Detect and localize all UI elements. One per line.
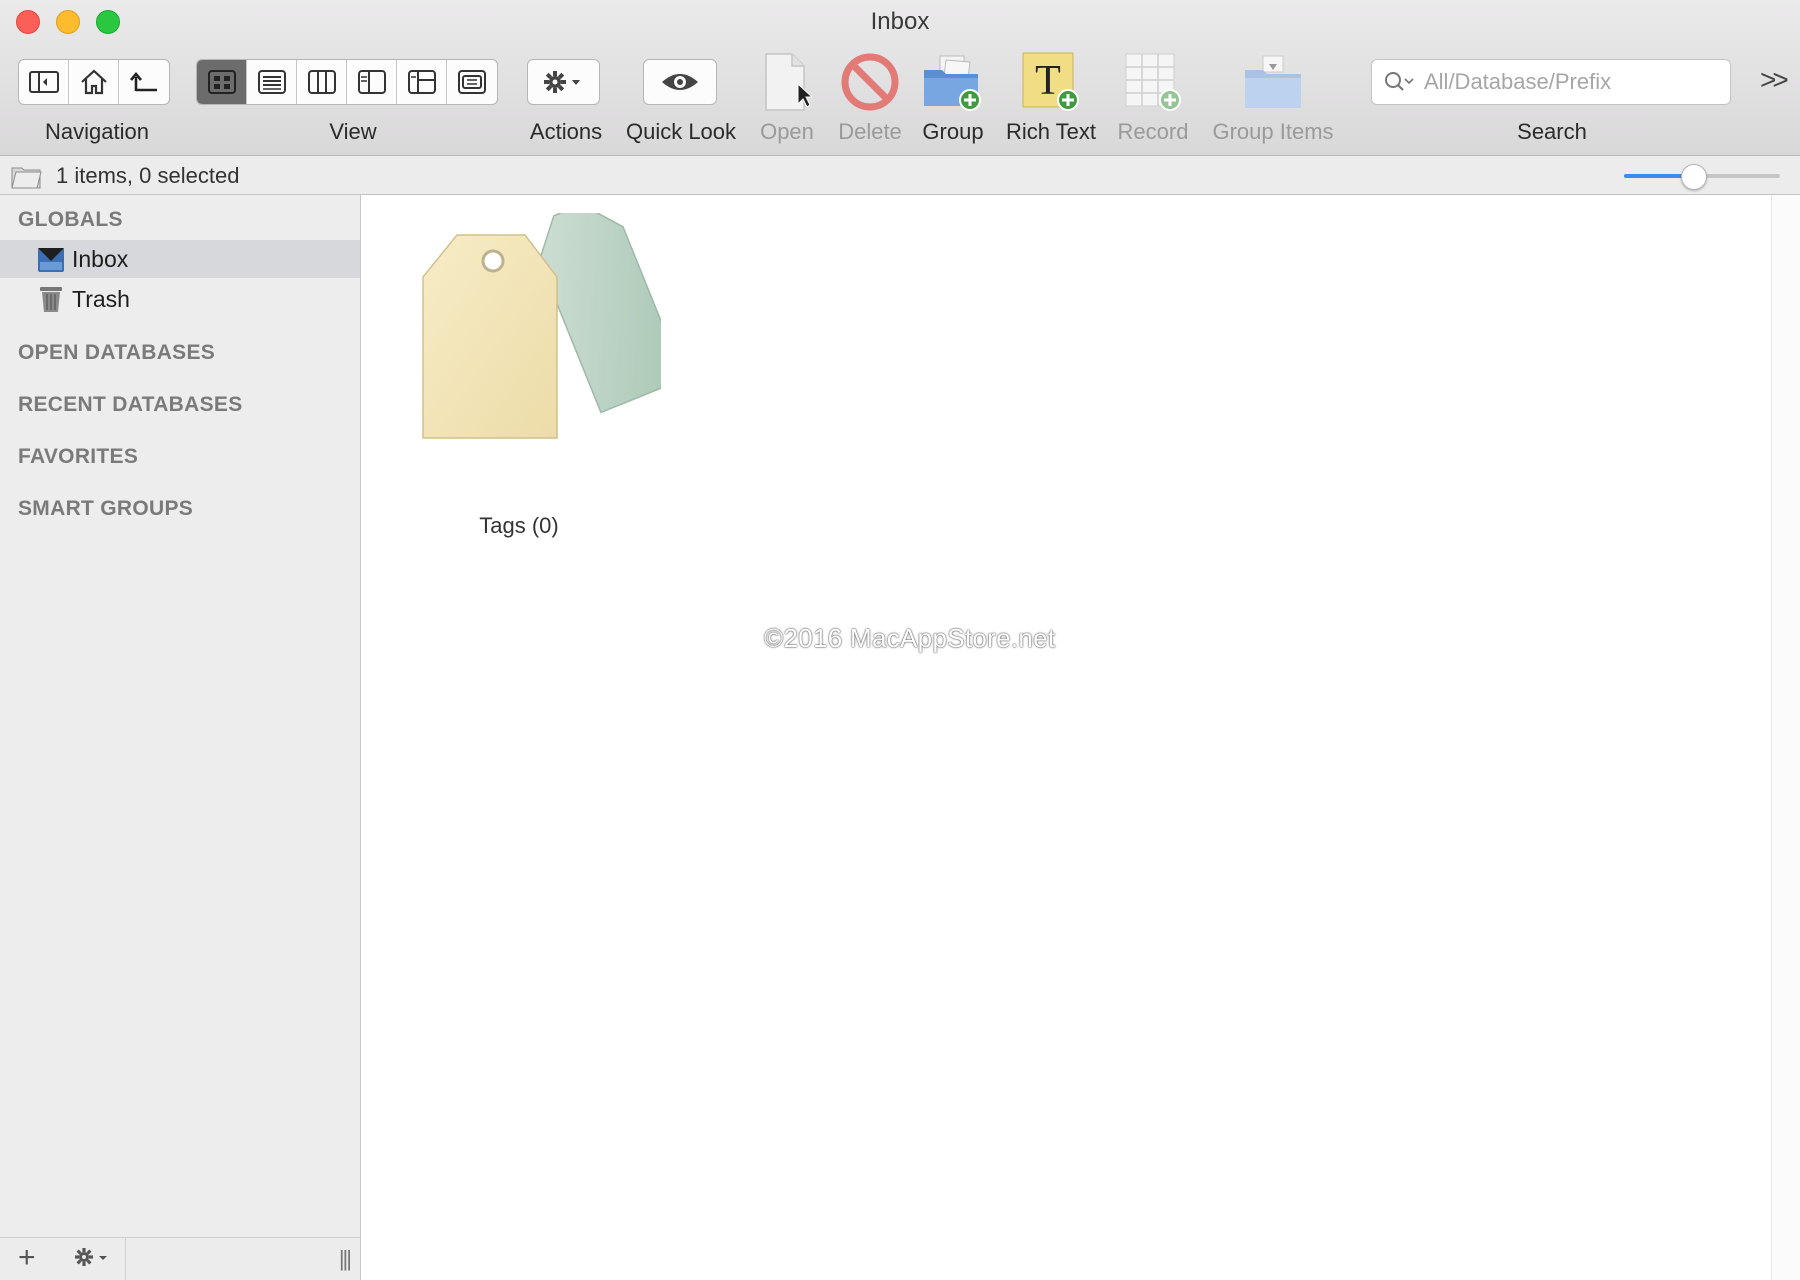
new-record-button[interactable]	[1120, 50, 1184, 114]
delete-prohibited-icon	[841, 53, 899, 111]
folder-icon	[10, 162, 42, 195]
zoom-slider-knob[interactable]	[1680, 164, 1707, 190]
new-group-button[interactable]	[920, 50, 984, 114]
sidebar-item-trash[interactable]: Trash	[0, 280, 360, 318]
gear-icon	[543, 71, 580, 93]
record-label: Record	[1117, 119, 1189, 144]
preview-view-icon	[458, 70, 486, 94]
view-three-pane-button[interactable]	[397, 60, 447, 104]
group-label: Group	[922, 119, 984, 144]
record-sheet-icon	[1125, 53, 1181, 111]
inbox-icon	[36, 244, 66, 274]
sidebar-section-open-databases[interactable]: OPEN DATABASES	[18, 341, 215, 365]
group-items-button[interactable]	[1241, 50, 1305, 114]
search-input[interactable]	[1422, 68, 1716, 96]
sidebar-item-inbox[interactable]: Inbox	[0, 240, 360, 278]
actions-button[interactable]	[527, 59, 600, 105]
tags-item[interactable]: Tags (0)	[421, 203, 686, 538]
toolbar-overflow-chevron-icon[interactable]: >>	[1760, 64, 1789, 96]
search-field[interactable]	[1371, 59, 1731, 105]
delete-button[interactable]	[838, 50, 902, 114]
view-split-button[interactable]	[347, 60, 397, 104]
column-view-icon	[307, 70, 336, 94]
view-label: View	[329, 119, 377, 144]
open-label: Open	[760, 119, 814, 144]
tags-icon	[422, 203, 686, 439]
navigation-control	[18, 59, 170, 105]
sidebar-section-favorites[interactable]: FAVORITES	[18, 445, 138, 469]
rich-text-icon: T	[1022, 52, 1079, 111]
go-up-button[interactable]	[119, 60, 169, 104]
item-count-status: 1 items, 0 selected	[56, 163, 240, 188]
document-icon	[765, 53, 812, 111]
trash-icon	[36, 284, 66, 314]
gear-icon	[75, 1248, 107, 1266]
zoom-slider[interactable]	[1624, 164, 1780, 190]
sidebar-footer-divider	[125, 1238, 126, 1280]
three-pane-view-icon	[407, 70, 436, 94]
svg-text:T: T	[1035, 58, 1061, 104]
toggle-sidebar-button[interactable]	[19, 60, 69, 104]
status-bar: 1 items, 0 selected	[0, 156, 1800, 195]
search-label: Search	[1517, 119, 1587, 144]
icon-view-icon	[207, 70, 236, 94]
toolbar: Inbox T All/Database/Prefix >> Navigatio…	[0, 0, 1800, 156]
delete-label: Delete	[838, 119, 902, 144]
navigation-label: Navigation	[45, 119, 149, 144]
quick-look-label: Quick Look	[625, 119, 737, 144]
open-button[interactable]	[752, 50, 816, 114]
sidebar-toggle-icon	[28, 71, 59, 93]
quick-look-button[interactable]	[643, 59, 717, 105]
view-icons-button[interactable]	[197, 60, 247, 104]
new-group-folder-icon	[924, 55, 981, 111]
add-icon[interactable]: +	[18, 1242, 36, 1274]
sidebar-section-globals[interactable]: GLOBALS	[18, 208, 123, 232]
list-view-icon	[257, 70, 286, 94]
home-button[interactable]	[69, 60, 119, 104]
sidebar-action-menu[interactable]	[74, 1246, 114, 1268]
content-area: Tags (0) ©2016 MacAppStore.net	[361, 195, 1771, 1280]
view-columns-button[interactable]	[297, 60, 347, 104]
home-icon	[80, 69, 107, 95]
sidebar-item-label: Trash	[72, 285, 130, 312]
enclosing-group-icon	[130, 71, 157, 92]
new-rich-text-button[interactable]: T	[1018, 50, 1082, 114]
sidebar-item-label: Inbox	[72, 245, 129, 272]
rich-text-label: Rich Text	[1005, 119, 1097, 144]
view-control	[196, 59, 498, 105]
group-items-label: Group Items	[1212, 119, 1334, 144]
vertical-scrollbar[interactable]	[1771, 195, 1800, 1280]
search-icon	[1385, 72, 1414, 91]
window-title: Inbox	[870, 8, 930, 35]
view-list-button[interactable]	[247, 60, 297, 104]
view-preview-button[interactable]	[447, 60, 497, 104]
sidebar-section-recent-databases[interactable]: RECENT DATABASES	[18, 393, 243, 417]
sidebar-section-smart-groups[interactable]: SMART GROUPS	[18, 497, 193, 521]
split-view-icon	[357, 70, 386, 94]
sidebar-resize-grip-icon[interactable]: |||	[339, 1246, 352, 1272]
group-items-folder-icon	[1245, 55, 1301, 108]
app-window: Inbox T All/Database/Prefix >> Navigatio…	[0, 0, 1800, 1280]
sidebar-footer: + |||	[0, 1237, 360, 1280]
actions-label: Actions	[529, 119, 603, 144]
tags-item-label: Tags (0)	[479, 513, 559, 538]
watermark-text: ©2016 MacAppStore.net	[764, 623, 1056, 653]
sidebar: GLOBALS Inbox Trash OPEN DATABASES RECEN…	[0, 195, 361, 1280]
eye-icon	[662, 74, 698, 90]
